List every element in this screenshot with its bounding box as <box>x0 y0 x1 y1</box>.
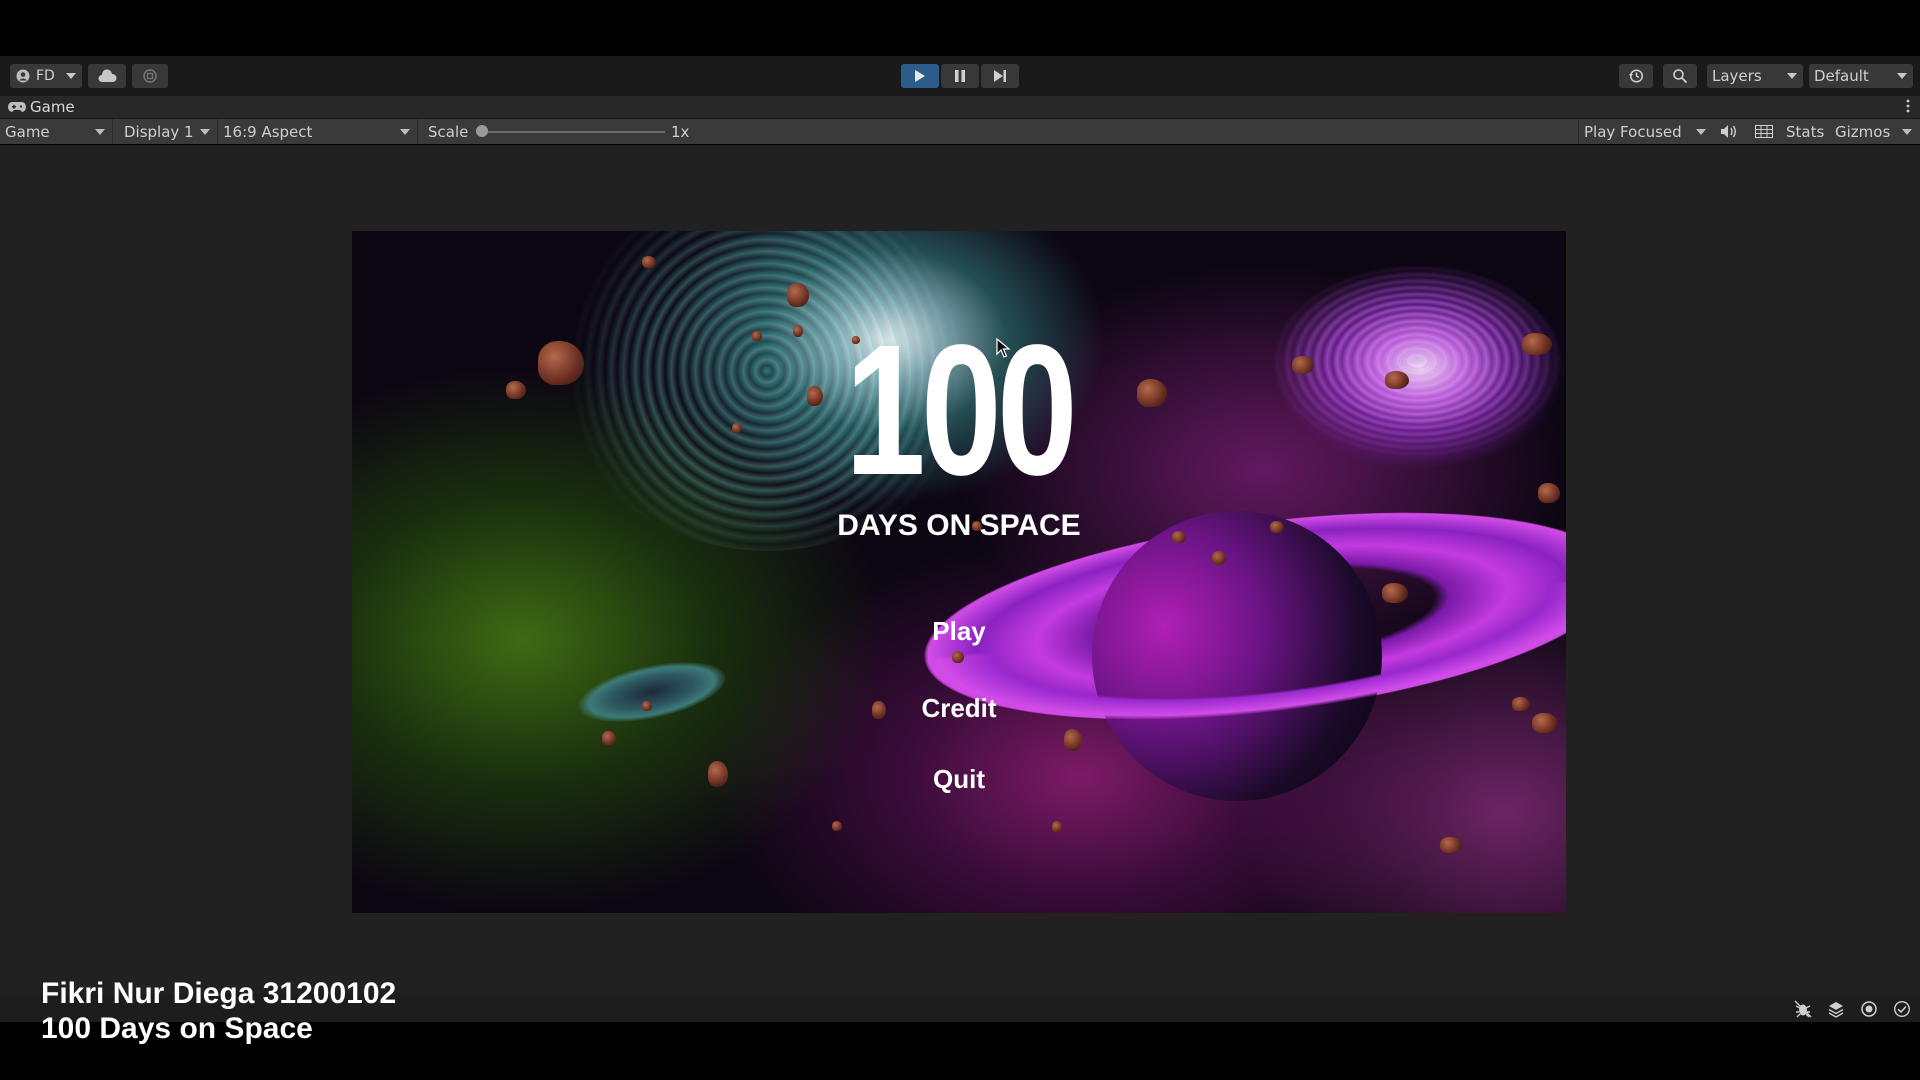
asteroid <box>1538 483 1560 503</box>
asteroid <box>1064 729 1082 751</box>
video-caption: Fikri Nur Diega 31200102 100 Days on Spa… <box>41 976 396 1046</box>
chevron-down-icon <box>1787 73 1797 79</box>
game-title-number: 100 <box>844 307 1078 514</box>
play-menu-button[interactable]: Play <box>859 616 1059 647</box>
search-button[interactable] <box>1663 64 1697 88</box>
small-ringed-planet <box>573 650 731 734</box>
scale-label: Scale <box>428 123 469 141</box>
collab-button[interactable] <box>132 64 168 88</box>
bug-icon[interactable] <box>1794 1000 1812 1018</box>
history-icon <box>1629 69 1644 83</box>
mouse-cursor-icon <box>996 338 1010 358</box>
pause-button[interactable] <box>941 64 979 88</box>
chevron-down-icon <box>400 129 410 135</box>
account-label: FD <box>36 68 55 84</box>
step-icon <box>994 70 1006 82</box>
asteroid <box>1532 713 1558 733</box>
pause-icon <box>955 70 965 82</box>
asteroid <box>1440 837 1462 853</box>
asteroid <box>832 821 842 831</box>
asteroid <box>602 731 616 745</box>
asteroid <box>708 761 728 787</box>
game-title-subtitle: DAYS ON SPACE <box>837 509 1081 542</box>
play-button[interactable] <box>901 64 939 88</box>
scale-slider-thumb[interactable] <box>476 125 488 137</box>
cloud-icon <box>98 69 117 82</box>
chevron-down-icon <box>66 73 76 79</box>
game-view-toolbar: Game Display 1 16:9 Aspect Scale 1x Play… <box>0 119 1920 144</box>
scale-slider[interactable] <box>480 131 665 133</box>
play-mode-label: Play Focused <box>1584 122 1682 141</box>
layers-stack-icon[interactable] <box>1827 1000 1845 1018</box>
asteroid <box>642 701 652 711</box>
view-mode-label: Game <box>5 122 50 141</box>
history-button[interactable] <box>1619 64 1653 88</box>
quit-menu-button[interactable]: Quit <box>859 764 1059 795</box>
chevron-down-icon <box>1897 73 1907 79</box>
aspect-label: 16:9 Aspect <box>223 122 313 141</box>
credit-menu-button[interactable]: Credit <box>859 693 1059 724</box>
check-icon[interactable] <box>1893 1000 1911 1018</box>
display-dropdown[interactable]: Display 1 <box>119 119 218 144</box>
cloud-button[interactable] <box>88 64 126 88</box>
chevron-down-icon <box>1696 129 1706 135</box>
more-options-icon[interactable] <box>1906 99 1910 113</box>
caption-line-1: Fikri Nur Diega 31200102 <box>41 977 397 1010</box>
search-icon <box>1673 69 1688 84</box>
stats-button[interactable]: Stats <box>1786 123 1824 141</box>
step-button[interactable] <box>981 64 1019 88</box>
game-viewport[interactable]: 100 DAYS ON SPACE Play Credit Quit <box>352 231 1566 913</box>
account-dropdown[interactable]: FD <box>10 64 82 88</box>
asteroid <box>1212 551 1226 565</box>
asteroid <box>1382 583 1408 603</box>
chevron-down-icon[interactable] <box>1902 129 1912 135</box>
main-toolbar: FD Layers Default <box>0 56 1920 96</box>
scale-value: 1x <box>671 123 690 141</box>
chevron-down-icon <box>200 129 210 135</box>
tab-label: Game <box>30 98 75 116</box>
layers-label: Layers <box>1712 67 1762 85</box>
gizmos-button[interactable]: Gizmos <box>1835 123 1890 141</box>
asteroid <box>952 651 964 663</box>
display-label: Display 1 <box>124 122 194 141</box>
grid-icon[interactable] <box>1755 125 1773 138</box>
chevron-down-icon <box>95 129 105 135</box>
lighting-icon[interactable] <box>1860 1000 1878 1018</box>
collab-icon <box>143 69 157 83</box>
asteroid <box>1052 821 1062 833</box>
tab-game[interactable]: Game <box>8 97 75 117</box>
asteroid <box>1512 697 1530 711</box>
aspect-dropdown[interactable]: 16:9 Aspect <box>218 119 418 144</box>
layout-dropdown[interactable]: Default <box>1809 64 1913 88</box>
caption-line-2: 100 Days on Space <box>41 1012 313 1045</box>
asteroid <box>787 283 809 307</box>
asteroid <box>1522 333 1552 355</box>
tab-bar: Game <box>0 96 1920 119</box>
layout-label: Default <box>1814 67 1869 85</box>
layers-dropdown[interactable]: Layers <box>1707 64 1803 88</box>
play-mode-dropdown[interactable]: Play Focused <box>1578 119 1713 144</box>
account-icon <box>16 69 30 83</box>
audio-icon[interactable] <box>1720 124 1738 139</box>
view-mode-dropdown[interactable]: Game <box>0 119 113 144</box>
play-icon <box>915 70 925 82</box>
gamepad-icon <box>8 102 26 112</box>
asteroid <box>642 256 656 268</box>
